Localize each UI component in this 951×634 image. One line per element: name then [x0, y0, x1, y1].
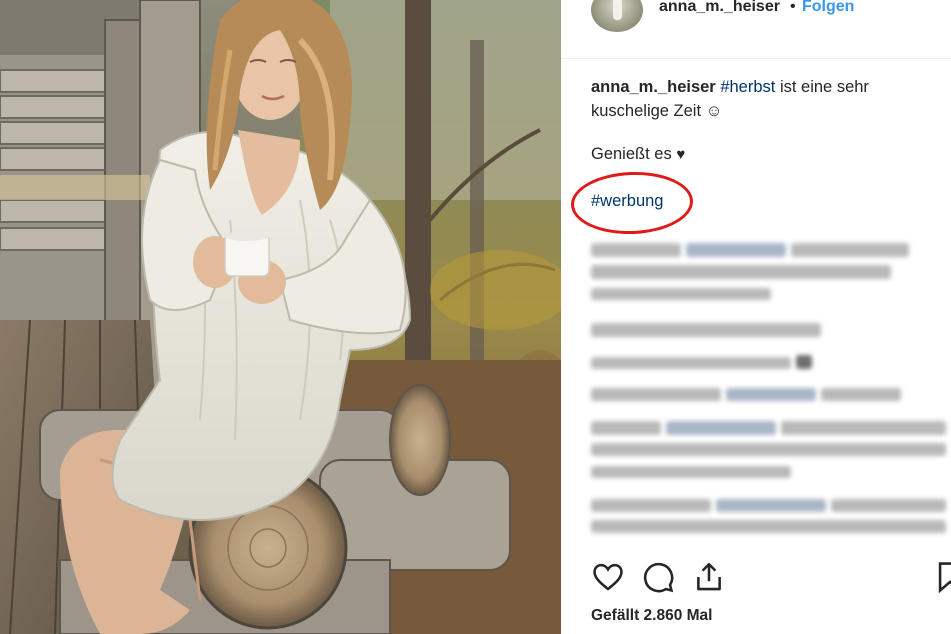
caption-username[interactable]: anna_m._heiser	[591, 78, 716, 96]
likes-count[interactable]: Gefällt 2.860 Mal	[591, 607, 712, 625]
heart-emoji-icon: ♥	[676, 146, 686, 163]
photo-illustration	[0, 0, 561, 634]
caption-line2-text: Genießt es	[591, 145, 672, 163]
follow-button[interactable]: Folgen	[802, 0, 854, 16]
hashtag-herbst[interactable]: #herbst	[720, 78, 775, 96]
post-actions	[561, 560, 951, 600]
caption: anna_m._heiser #herbst ist eine sehr kus…	[591, 75, 921, 123]
hashtag-werbung[interactable]: #werbung	[591, 192, 663, 211]
like-heart-icon[interactable]	[591, 560, 625, 594]
avatar[interactable]	[591, 0, 643, 32]
share-arrow-icon[interactable]	[692, 560, 726, 594]
bookmark-icon[interactable]	[933, 560, 951, 594]
post-photo[interactable]	[0, 0, 561, 634]
post-side-panel: anna_m._heiser • Folgen anna_m._heiser #…	[561, 0, 951, 634]
post-header: anna_m._heiser • Folgen	[561, 0, 951, 59]
header-username[interactable]: anna_m._heiser	[659, 0, 780, 16]
comment-bubble-icon[interactable]	[641, 560, 675, 594]
caption-line2: Genießt es ♥	[591, 145, 685, 164]
header-separator: •	[790, 0, 796, 15]
